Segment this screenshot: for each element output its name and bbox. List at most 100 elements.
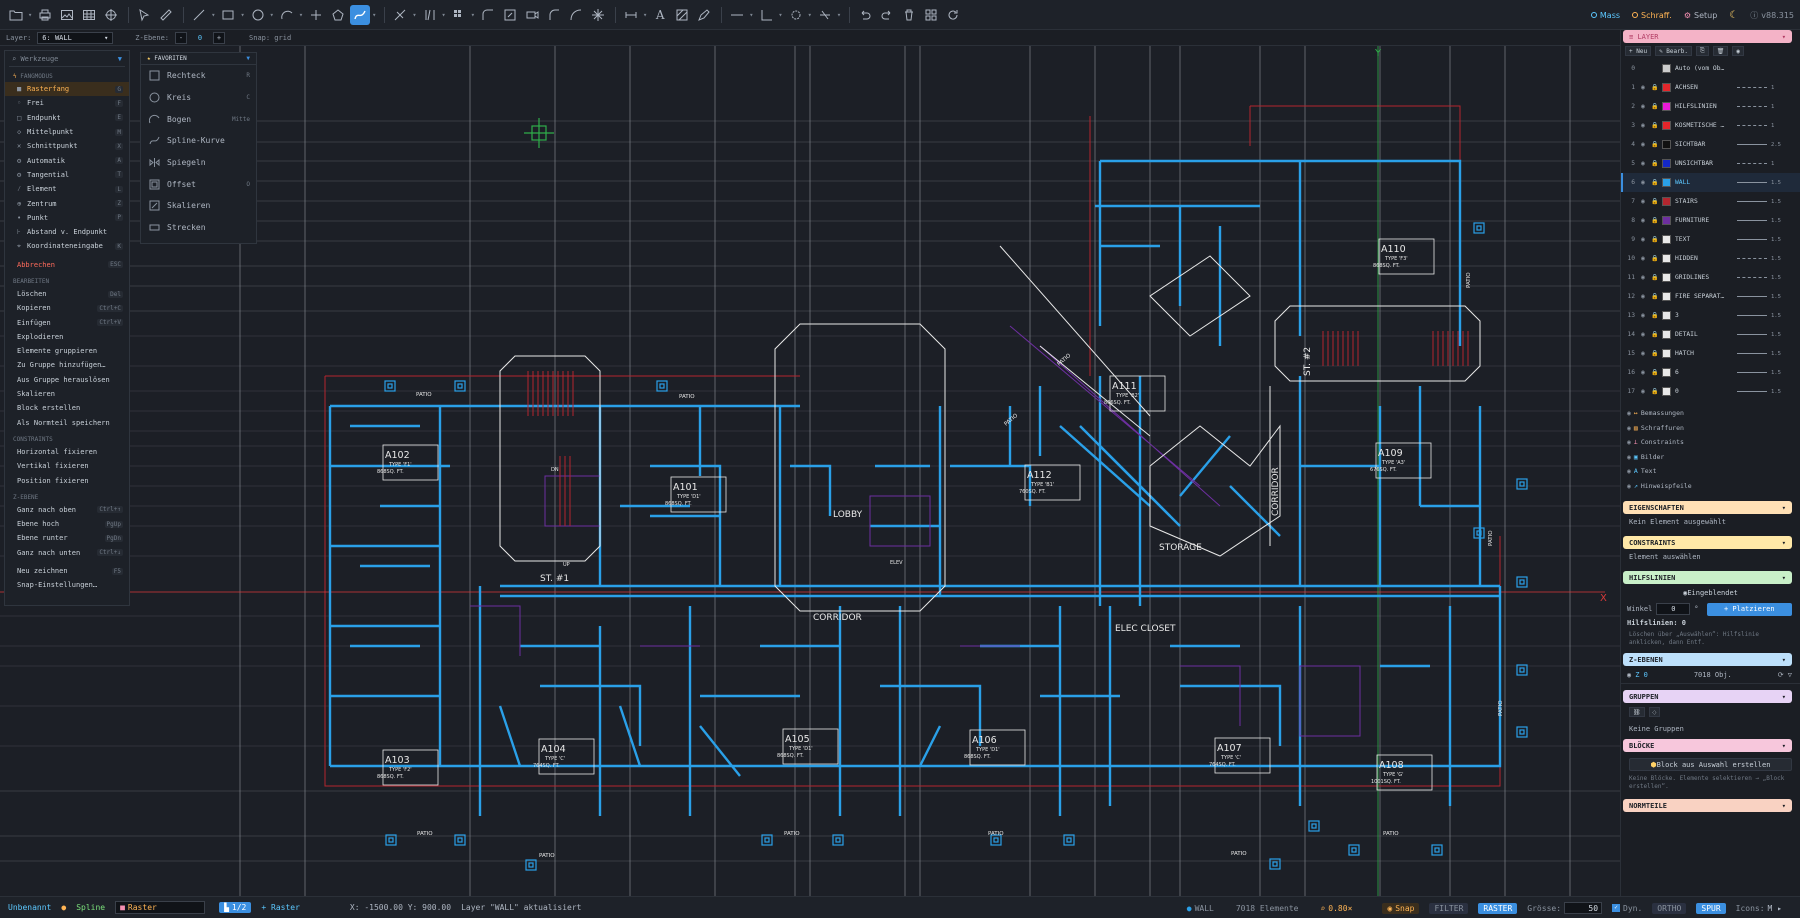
favorite-item[interactable]: Rechteck R — [141, 65, 256, 87]
copy-layer-button[interactable]: ⎘ — [1695, 46, 1709, 56]
layer-linetype[interactable] — [1737, 277, 1767, 278]
raster-select[interactable]: ■ Raster — [115, 901, 206, 914]
layer-linetype[interactable] — [1737, 201, 1767, 202]
snap-target-icon[interactable] — [786, 5, 806, 25]
edit-item[interactable]: Löschen Del — [5, 287, 129, 301]
select-arrow-icon[interactable] — [134, 5, 154, 25]
layer-color-swatch[interactable] — [1662, 235, 1671, 244]
lock-icon[interactable]: 🔒 — [1651, 293, 1661, 300]
zebene-item[interactable]: Ebene hoch PgUp — [5, 517, 129, 531]
layer-row[interactable]: 4 ◉ 🔒 SICHTBAR 2.5 — [1621, 135, 1800, 154]
chevron-down-icon[interactable]: ▾ — [778, 11, 782, 19]
zebene-item[interactable]: Ganz nach unten Ctrl+↓ — [5, 546, 129, 560]
visibility-toggle[interactable]: ◉ ▨ Schraffuren — [1621, 421, 1800, 436]
layer-row[interactable]: 1 ◉ 🔒 ACHSEN 1 — [1621, 78, 1800, 97]
polygon-icon[interactable] — [328, 5, 348, 25]
layer-linetype[interactable] — [1737, 315, 1767, 316]
layer-select[interactable]: 6: WALL ▾ — [37, 31, 114, 44]
eye-icon[interactable]: ◉ — [1641, 350, 1651, 357]
layer-row[interactable]: 14 ◉ 🔒 DETAIL 1.5 — [1621, 325, 1800, 344]
delete-layer-button[interactable]: 🗑 — [1712, 46, 1729, 56]
chevron-down-icon[interactable]: ▾ — [299, 11, 303, 19]
lock-icon[interactable]: 🔒 — [1651, 122, 1661, 129]
layer-color-swatch[interactable] — [1662, 273, 1671, 282]
lock-icon[interactable]: 🔒 — [1651, 350, 1661, 357]
zebene-item[interactable]: Ganz nach oben Ctrl+↑ — [5, 503, 129, 517]
eye-icon[interactable]: ◉ — [1641, 331, 1651, 338]
snap-mode-item[interactable]: ⚙ Automatik A — [5, 153, 129, 167]
trash-icon[interactable] — [899, 5, 919, 25]
plus-icon[interactable] — [306, 5, 326, 25]
cancel-menu-item[interactable]: Abbrechen ESC — [5, 258, 129, 272]
nosnap-icon[interactable] — [815, 5, 835, 25]
layer-linetype[interactable] — [1737, 372, 1767, 373]
eye-icon[interactable]: ◉ — [1641, 84, 1651, 91]
dyn-toggle[interactable]: ✓ Dyn. — [1612, 904, 1642, 913]
favorite-item[interactable]: Offset O — [141, 173, 256, 195]
chevron-down-icon[interactable]: ▾ — [28, 11, 32, 19]
layer-color-swatch[interactable] — [1662, 387, 1671, 396]
eye-icon[interactable]: ◉ — [1641, 198, 1651, 205]
layer-linetype[interactable] — [1737, 220, 1767, 221]
circle-icon[interactable] — [248, 5, 268, 25]
edit-item[interactable]: Als Normteil speichern — [5, 416, 129, 430]
extend-icon[interactable] — [420, 5, 440, 25]
favorite-item[interactable]: Bogen Mitte — [141, 108, 256, 130]
snap-toggle[interactable]: ◉ Snap — [1382, 902, 1420, 914]
edit-item[interactable]: Elemente gruppieren — [5, 344, 129, 358]
link-button[interactable]: ⛓ — [1629, 707, 1645, 717]
eye-icon[interactable]: ◉ — [1641, 312, 1651, 319]
grid-icon[interactable] — [921, 5, 941, 25]
visibility-toggle[interactable]: ◉ ↗ Hinweispfeile — [1621, 479, 1800, 494]
lock-icon[interactable]: 🔒 — [1651, 160, 1661, 167]
layer-linetype[interactable] — [1737, 87, 1767, 88]
rectangle-icon[interactable] — [218, 5, 238, 25]
lock-icon[interactable]: 🔒 — [1651, 369, 1661, 376]
favorite-item[interactable]: Skalieren — [141, 195, 256, 217]
snap-mode-item[interactable]: ◇ Mittelpunkt M — [5, 125, 129, 139]
layer-row[interactable]: 2 ◉ 🔒 HILFSLINIEN 1 — [1621, 97, 1800, 116]
layer-color-swatch[interactable] — [1662, 64, 1671, 73]
redo-icon[interactable] — [877, 5, 897, 25]
redraw-menu-item[interactable]: Neu zeichnen F5 — [5, 564, 129, 578]
zebene-row[interactable]: ◉ Z 0 7018 Obj. ⟳ ▽ — [1621, 666, 1800, 684]
chevron-down-icon[interactable]: ▾ — [372, 11, 376, 19]
tool-search-input[interactable]: ⌕ Werkzeuge ▼ — [9, 55, 125, 67]
dimension-icon[interactable] — [621, 5, 641, 25]
layer-color-swatch[interactable] — [1662, 178, 1671, 187]
zebene-item[interactable]: Ebene runter PgDn — [5, 531, 129, 545]
text-icon[interactable]: A — [650, 5, 670, 25]
layer-linetype[interactable] — [1737, 106, 1767, 107]
array-icon[interactable] — [449, 5, 469, 25]
snap-mode-item[interactable]: ⌖ Koordinateneingabe K — [5, 239, 129, 253]
unlink-button[interactable]: ◌ — [1648, 707, 1661, 717]
layer-color-swatch[interactable] — [1662, 349, 1671, 358]
filter-toggle[interactable]: FILTER — [1429, 902, 1469, 914]
snap-mode-item[interactable]: ⊕ Zentrum Z — [5, 196, 129, 210]
layer-row[interactable]: 6 ◉ 🔒 WALL 1.5 — [1621, 173, 1800, 192]
layer-linetype[interactable] — [1737, 258, 1767, 259]
snap-settings-menu-item[interactable]: Snap-Einstellungen… — [5, 578, 129, 592]
favorite-item[interactable]: Spiegeln — [141, 152, 256, 174]
favorite-item[interactable]: Spline-Kurve — [141, 130, 256, 152]
zebenen-header[interactable]: Z-EBENEN ▾ — [1623, 653, 1792, 666]
visibility-toggle[interactable]: ◉ ↔ Bemassungen — [1621, 406, 1800, 421]
favorite-item[interactable]: Strecken — [141, 217, 256, 239]
layer-linetype[interactable] — [1737, 239, 1767, 240]
platzieren-button[interactable]: + Platzieren — [1706, 602, 1792, 616]
layer-panel-header[interactable]: ≡ LAYER ▾ — [1623, 30, 1792, 43]
eye-icon[interactable]: ◉ — [1641, 293, 1651, 300]
lock-icon[interactable]: 🔒 — [1651, 236, 1661, 243]
layer-row[interactable]: 5 ◉ 🔒 UNSICHTBAR 1 — [1621, 154, 1800, 173]
hatch-icon[interactable] — [672, 5, 692, 25]
edit-item[interactable]: Block erstellen — [5, 401, 129, 415]
chevron-down-icon[interactable]: ▾ — [412, 11, 416, 19]
filter-icon[interactable]: ▼ — [246, 55, 250, 62]
schraff-toggle[interactable]: Schraff. — [1632, 11, 1672, 20]
layer-linetype[interactable] — [1737, 296, 1767, 297]
edit-item[interactable]: Skalieren — [5, 387, 129, 401]
edit-layer-button[interactable]: ✎ Bearb. — [1655, 46, 1692, 56]
layer-color-swatch[interactable] — [1662, 311, 1671, 320]
chevron-down-icon[interactable]: ▾ — [808, 11, 812, 19]
visibility-toggle[interactable]: ◉ ▣ Bilder — [1621, 450, 1800, 465]
